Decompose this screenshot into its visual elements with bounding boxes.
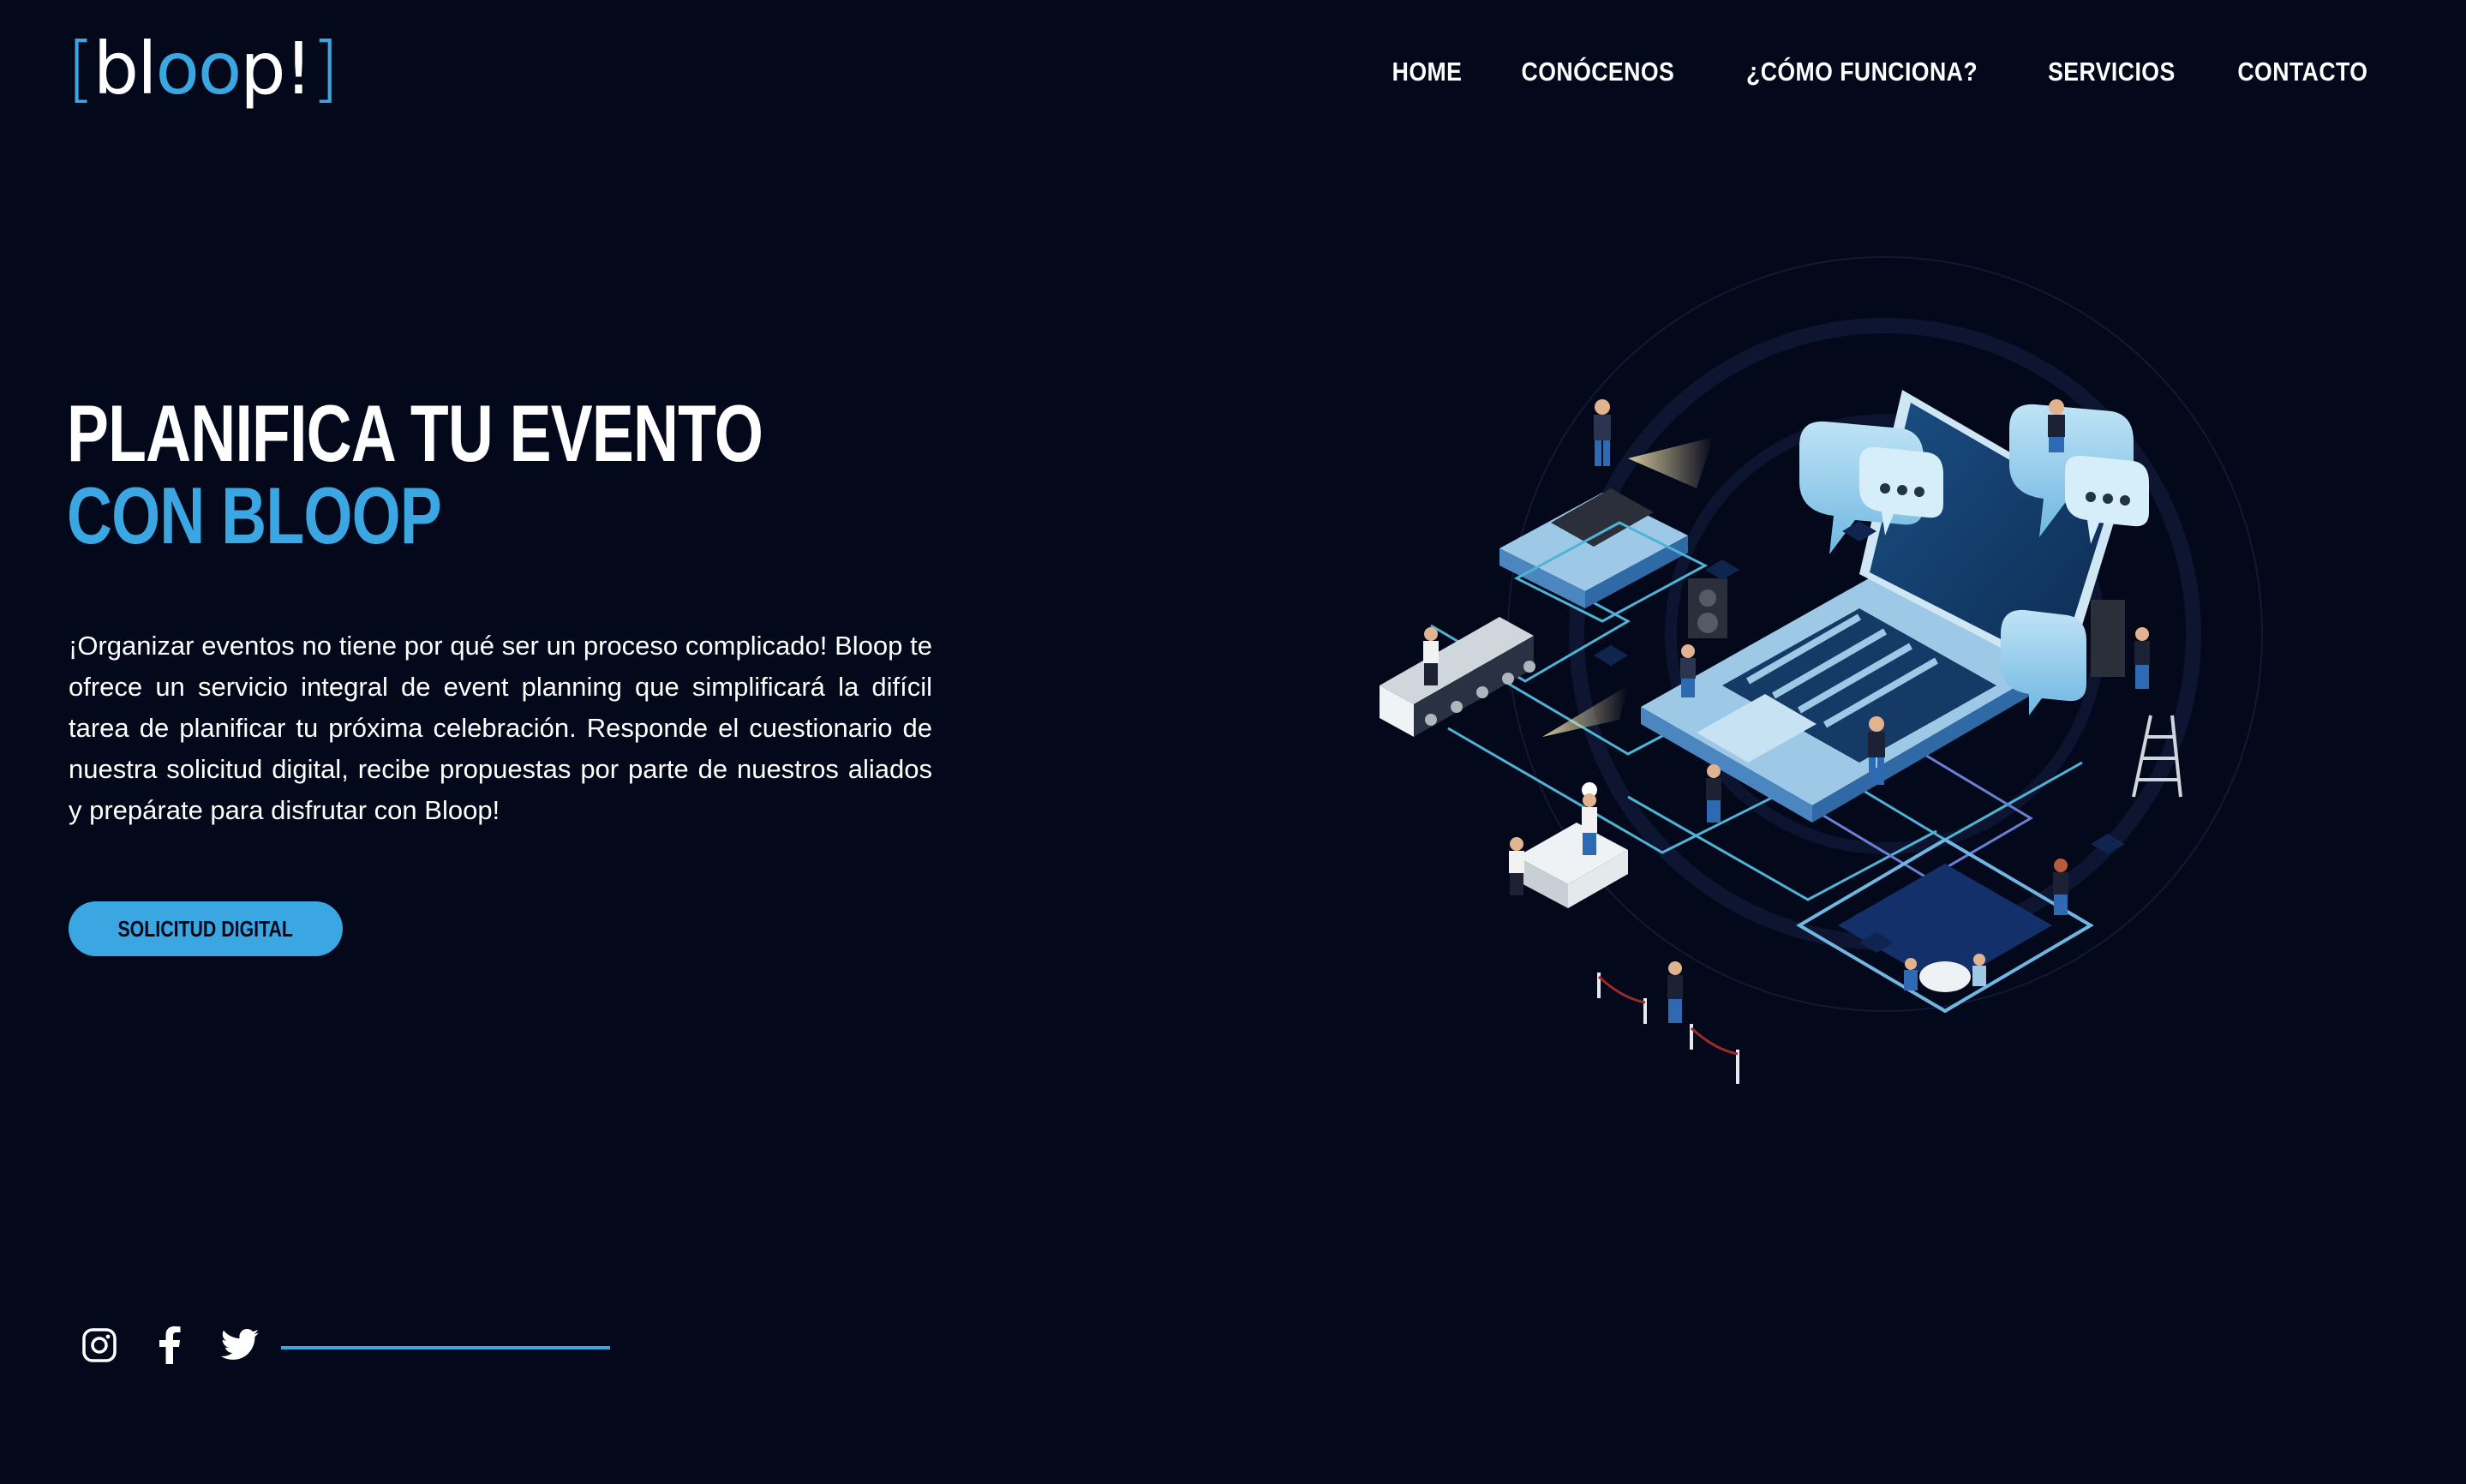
- logo-text-part2: oo: [155, 27, 242, 111]
- logo-bracket-open: [: [67, 27, 95, 111]
- logo-text-part3: p!: [240, 27, 313, 111]
- nav-item-home[interactable]: HOME: [1392, 57, 1462, 87]
- social-divider-line: [281, 1346, 610, 1349]
- logo-text-part1: bl: [93, 27, 158, 111]
- instagram-icon[interactable]: [81, 1326, 118, 1364]
- solicitud-digital-button[interactable]: SOLICITUD DIGITAL: [69, 901, 343, 956]
- nav-item-servicios[interactable]: SERVICIOS: [2049, 57, 2176, 87]
- logo-bracket-close: ]: [311, 27, 339, 111]
- nav-item-contacto[interactable]: CONTACTO: [2238, 57, 2368, 87]
- bloop-logo[interactable]: [ bl oo p! ]: [67, 27, 339, 111]
- hero-title-line1: PLANIFICA TU EVENTO: [67, 388, 763, 478]
- hero-title-line2: CON BLOOP: [67, 470, 442, 560]
- hero-title: PLANIFICA TU EVENTO CON BLOOP: [67, 392, 763, 557]
- event-planning-illustration: [1380, 256, 2263, 1084]
- facebook-icon[interactable]: [151, 1326, 189, 1364]
- hero-description: ¡Organizar eventos no tiene por qué ser …: [69, 631, 932, 825]
- cta-label: SOLICITUD DIGITAL: [117, 915, 294, 942]
- twitter-icon[interactable]: [221, 1326, 259, 1364]
- site-header: [ bl oo p! ] HOME CONÓCENOS ¿CÓMO FUNCIO…: [0, 0, 2466, 154]
- nav-item-como-funciona[interactable]: ¿CÓMO FUNCIONA?: [1746, 57, 1978, 87]
- social-links: [81, 1326, 259, 1364]
- nav-item-conocenos[interactable]: CONÓCENOS: [1521, 57, 1674, 87]
- main-nav: HOME CONÓCENOS ¿CÓMO FUNCIONA? SERVICIOS…: [1386, 57, 2379, 87]
